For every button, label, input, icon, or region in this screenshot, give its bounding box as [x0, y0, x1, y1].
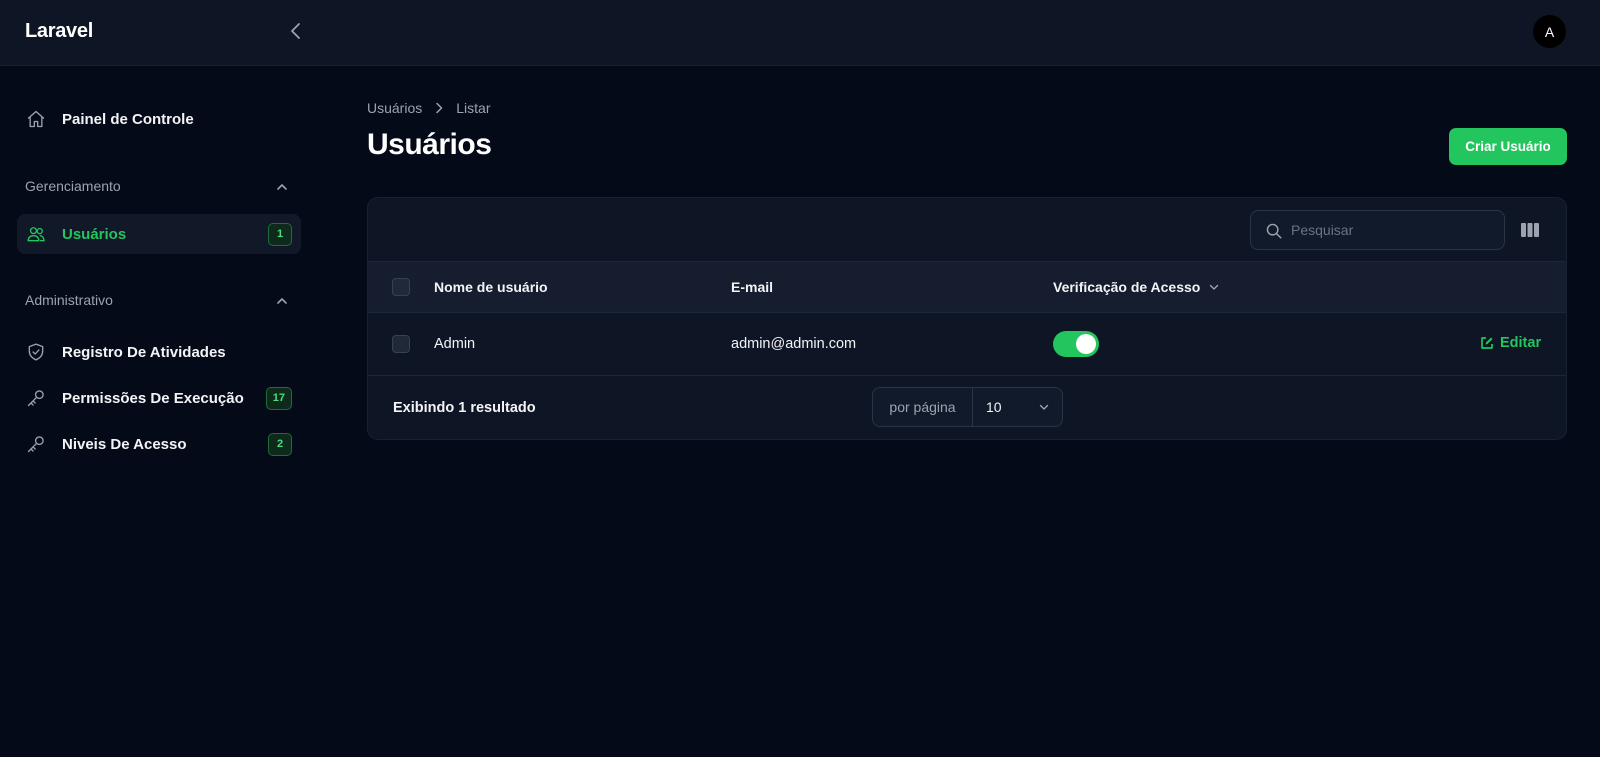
count-badge: 1 [268, 222, 292, 246]
columns-toggle-icon[interactable] [1520, 220, 1540, 240]
search-input[interactable] [1291, 211, 1496, 249]
access-verification-toggle[interactable] [1053, 331, 1099, 357]
per-page-value: 10 [986, 399, 1002, 415]
breadcrumb-item-listar: Listar [456, 100, 491, 116]
sidebar-item-label: Usuários [62, 225, 127, 243]
toggle-knob [1076, 334, 1096, 354]
per-page-select[interactable]: 10 [973, 388, 1062, 426]
column-header-email: E-mail [731, 279, 774, 295]
table-row: Admin admin@admin.com Editar [368, 313, 1566, 376]
brand-logo[interactable]: Laravel [25, 20, 93, 43]
search-icon [1266, 223, 1282, 239]
sidebar-item-label: Painel de Controle [62, 110, 194, 128]
table-footer: Exibindo 1 resultado por página 10 [368, 376, 1566, 439]
collapse-sidebar-button[interactable] [284, 19, 308, 43]
edit-button[interactable]: Editar [1480, 335, 1541, 351]
users-icon [27, 227, 45, 242]
column-header-label: Verificação de Acesso [1053, 279, 1201, 295]
sidebar-item-registro-atividades[interactable]: Registro De Atividades [17, 332, 301, 372]
edit-label: Editar [1500, 335, 1542, 351]
user-avatar[interactable]: A [1533, 15, 1566, 48]
count-badge: 2 [268, 432, 292, 456]
key-icon [27, 436, 44, 453]
sidebar-item-permissoes-execucao[interactable]: Permissões De Execução 17 [17, 378, 301, 418]
select-all-checkbox[interactable] [392, 278, 410, 296]
sidebar-item-usuarios[interactable]: Usuários 1 [17, 214, 301, 254]
sidebar-item-niveis-acesso[interactable]: Niveis De Acesso 2 [17, 424, 301, 464]
sidebar-item-dashboard[interactable]: Painel de Controle [17, 99, 301, 139]
sidebar-item-label: Registro De Atividades [62, 343, 226, 361]
page-title: Usuários [367, 128, 492, 161]
chevron-down-icon [1039, 404, 1049, 410]
results-summary: Exibindo 1 resultado [393, 400, 536, 416]
create-user-button[interactable]: Criar Usuário [1449, 128, 1567, 165]
edit-icon [1481, 337, 1493, 349]
sidebar: Painel de Controle Gerenciamento Usuário… [0, 66, 320, 757]
key-icon [27, 390, 44, 407]
per-page-label: por página [873, 388, 973, 426]
chevron-left-icon [291, 23, 300, 39]
search-field[interactable] [1250, 210, 1505, 250]
breadcrumb-item-usuarios[interactable]: Usuários [367, 100, 422, 116]
column-header-access-verification[interactable]: Verificação de Acesso [1053, 279, 1220, 295]
breadcrumb: Usuários Listar [367, 100, 490, 116]
sidebar-item-label: Permissões De Execução [62, 389, 244, 407]
shield-check-icon [28, 343, 44, 361]
chevron-up-icon[interactable] [274, 293, 290, 309]
home-icon [27, 110, 45, 128]
chevron-up-icon[interactable] [274, 179, 290, 195]
column-header-username: Nome de usuário [434, 279, 548, 295]
per-page-control: por página 10 [872, 387, 1063, 427]
chevron-down-icon [1210, 284, 1219, 290]
sidebar-group-title: Administrativo [25, 292, 113, 308]
cell-email: admin@admin.com [731, 336, 857, 352]
chevron-right-icon [436, 102, 443, 114]
top-bar: Laravel A [0, 0, 1600, 66]
users-table-card: Nome de usuário E-mail Verificação de Ac… [367, 197, 1567, 440]
sidebar-item-label: Niveis De Acesso [62, 435, 187, 453]
sidebar-group-title: Gerenciamento [25, 178, 121, 194]
table-header: Nome de usuário E-mail Verificação de Ac… [368, 261, 1566, 313]
cell-username: Admin [434, 336, 476, 352]
row-checkbox[interactable] [392, 335, 410, 353]
count-badge: 17 [265, 386, 292, 410]
